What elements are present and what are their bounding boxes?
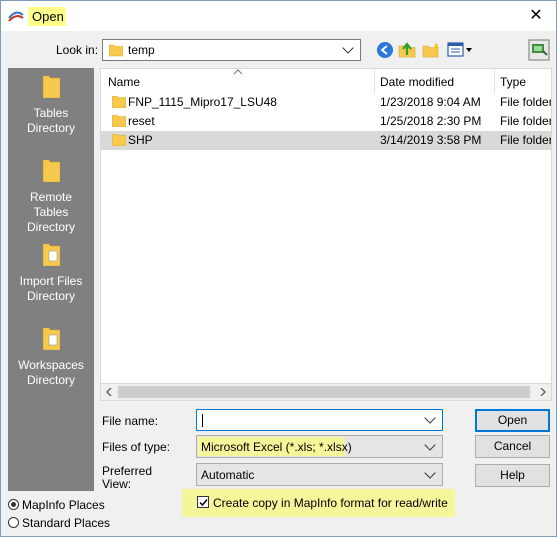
chevron-down-icon xyxy=(342,42,354,54)
files-of-type-label: Files of type: xyxy=(102,440,171,454)
title-bar[interactable]: Open ✕ xyxy=(1,1,556,31)
scroll-left-icon[interactable] xyxy=(105,388,113,396)
column-header-date[interactable]: Date modified xyxy=(380,71,454,93)
preferred-view-value: Automatic xyxy=(201,468,255,482)
chevron-down-icon xyxy=(424,438,436,451)
chevron-down-icon xyxy=(424,466,436,479)
mapinfo-places-label[interactable]: MapInfo Places xyxy=(22,498,105,512)
place-label-line: Tables xyxy=(33,106,69,120)
folder-icon xyxy=(42,75,60,99)
file-type: File folder xyxy=(500,114,552,128)
file-name: SHP xyxy=(128,133,153,147)
scroll-right-icon[interactable] xyxy=(539,388,547,396)
preferred-view-label: Preferred View: xyxy=(102,465,152,491)
column-header-name[interactable]: Name xyxy=(108,71,140,93)
checkmark-icon xyxy=(199,499,208,507)
file-type: File folder xyxy=(500,95,552,109)
folder-document-icon xyxy=(42,243,60,267)
folder-document-icon xyxy=(42,327,60,351)
file-date: 3/14/2019 3:58 PM xyxy=(380,133,482,147)
text-cursor xyxy=(202,414,203,427)
scrollbar-thumb[interactable] xyxy=(118,386,530,398)
place-tables-directory[interactable]: Tables Directory xyxy=(8,75,94,136)
file-date: 1/23/2018 9:04 AM xyxy=(380,95,481,109)
file-row[interactable]: FNP_1115_Mipro17_LSU48 1/23/2018 9:04 AM… xyxy=(101,93,551,112)
folder-icon xyxy=(112,115,126,127)
new-folder-icon[interactable] xyxy=(422,41,440,59)
file-row[interactable]: reset 1/25/2018 2:30 PM File folder xyxy=(101,112,551,131)
folder-icon xyxy=(112,96,126,108)
folder-icon xyxy=(109,44,123,57)
file-name: FNP_1115_Mipro17_LSU48 xyxy=(128,95,277,109)
sort-up-icon xyxy=(233,69,243,75)
view-menu-icon[interactable] xyxy=(447,41,473,59)
place-label-line: Tables xyxy=(33,205,69,219)
files-of-type-value: Microsoft Excel (*.xls; *.xlsx) xyxy=(201,440,352,454)
copy-checkbox[interactable] xyxy=(197,496,209,508)
column-divider xyxy=(494,69,495,93)
preferred-view-label-line-2: View: xyxy=(102,477,132,491)
look-in-label: Look in: xyxy=(56,43,99,57)
preferred-view-select[interactable]: Automatic xyxy=(196,463,443,486)
cancel-button[interactable]: Cancel xyxy=(475,435,550,458)
file-name-input[interactable] xyxy=(196,409,443,431)
place-label-line: Workspaces xyxy=(18,358,84,372)
up-folder-icon[interactable] xyxy=(398,40,416,58)
network-settings-icon[interactable] xyxy=(528,39,550,61)
place-import-files-directory[interactable]: Import Files Directory xyxy=(8,243,94,304)
file-date: 1/25/2018 2:30 PM xyxy=(380,114,482,128)
files-of-type-select[interactable]: Microsoft Excel (*.xls; *.xlsx) xyxy=(196,435,443,458)
file-name: reset xyxy=(128,114,155,128)
file-list[interactable]: Name Date modified Type FNP_1115_Mipro17… xyxy=(100,68,552,401)
place-label-line: Directory xyxy=(26,121,75,135)
radio-selected-dot xyxy=(11,502,16,507)
look-in-value: temp xyxy=(128,43,155,57)
open-button[interactable]: Open xyxy=(475,409,550,432)
places-bar: Tables Directory Remote Tables Directory… xyxy=(8,68,94,491)
folder-icon xyxy=(42,159,60,183)
chevron-down-icon xyxy=(424,412,436,424)
mapinfo-places-radio[interactable] xyxy=(8,499,19,510)
mapinfo-app-icon xyxy=(8,11,24,22)
folder-icon xyxy=(112,134,126,146)
standard-places-radio[interactable] xyxy=(8,517,19,528)
copy-checkbox-label[interactable]: Create copy in MapInfo format for read/w… xyxy=(213,496,448,510)
look-in-combo[interactable]: temp xyxy=(102,39,361,61)
place-label-line: Import Files xyxy=(19,274,83,288)
place-label-line: Directory xyxy=(26,373,75,387)
help-button[interactable]: Help xyxy=(475,464,550,487)
column-divider xyxy=(374,69,375,93)
dialog-title: Open xyxy=(32,9,64,24)
place-label-line: Directory xyxy=(26,289,75,303)
place-label-line: Directory xyxy=(26,220,75,234)
file-type: File folder xyxy=(500,133,552,147)
horizontal-scrollbar[interactable] xyxy=(100,383,552,401)
file-row-selected[interactable]: SHP 3/14/2019 3:58 PM File folder xyxy=(101,131,551,150)
close-icon[interactable]: ✕ xyxy=(521,5,551,27)
place-label-line: Remote xyxy=(29,190,73,204)
file-name-label: File name: xyxy=(102,414,159,428)
back-icon[interactable] xyxy=(376,41,394,59)
place-remote-tables-directory[interactable]: Remote Tables Directory xyxy=(8,159,94,235)
standard-places-label[interactable]: Standard Places xyxy=(22,516,110,530)
place-workspaces-directory[interactable]: Workspaces Directory xyxy=(8,327,94,388)
column-header-type[interactable]: Type xyxy=(500,71,526,93)
open-dialog: Open ✕ Look in: temp Tables Directory Re… xyxy=(0,0,557,537)
